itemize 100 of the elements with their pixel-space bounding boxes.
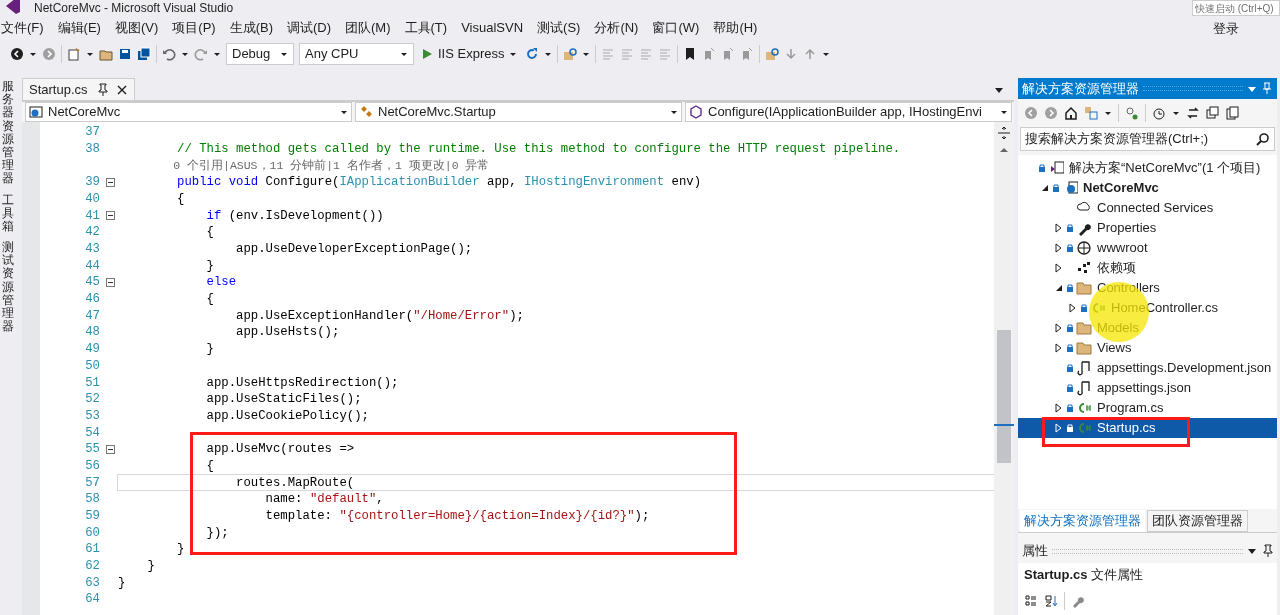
menu-item[interactable]: 编辑(E) — [56, 18, 114, 38]
tree-item[interactable]: wwwroot — [1018, 238, 1277, 258]
tree-item[interactable]: NetCoreMvc — [1018, 178, 1277, 198]
configuration-dropdown[interactable]: Debug — [226, 43, 294, 65]
menu-item[interactable]: 视图(V) — [113, 18, 172, 38]
scroll-up-icon[interactable] — [999, 146, 1009, 154]
tree-item[interactable]: Properties — [1018, 218, 1277, 238]
panel-tab[interactable]: 解决方案资源管理器 — [1020, 510, 1145, 532]
collapsed-icon[interactable] — [1068, 303, 1078, 313]
collapse-toggle-icon[interactable] — [106, 278, 115, 288]
menu-item[interactable]: VisualSVN — [460, 18, 537, 38]
tree-item[interactable]: Views — [1018, 338, 1277, 358]
find-icon[interactable] — [563, 47, 578, 61]
forward-icon[interactable] — [1044, 106, 1058, 120]
search-field[interactable]: 搜索解决方案资源管理器(Ctrl+;) — [1020, 127, 1275, 151]
sync-icon[interactable] — [1186, 106, 1200, 120]
menu-item[interactable]: 调试(D) — [286, 18, 345, 38]
lock-icon — [1066, 223, 1074, 233]
collapsed-icon[interactable] — [1054, 423, 1064, 433]
open-folder-icon[interactable] — [99, 47, 113, 61]
tree-item[interactable]: appsettings.json — [1018, 378, 1277, 398]
run-button[interactable]: IIS Express — [419, 43, 521, 65]
panel-title: 属性 — [1022, 542, 1048, 561]
collapsed-icon[interactable] — [1054, 223, 1064, 233]
search-icon[interactable] — [1256, 132, 1270, 146]
collapsed-icon[interactable] — [1054, 403, 1064, 413]
code-line: name: "default", — [264, 493, 384, 506]
code-line: app.UseHsts(); — [235, 326, 340, 339]
navigation-dropdown[interactable]: Configure(IApplicationBuilder app, IHostingEnvi — [685, 102, 1012, 122]
tree-item[interactable]: 依赖项 — [1018, 258, 1277, 278]
quick-launch-field[interactable]: 快速启动 (Ctrl+Q) — [1192, 0, 1280, 16]
side-tab[interactable]: 服务器资源管理器 — [2, 80, 14, 186]
split-icon[interactable] — [997, 126, 1011, 140]
scrollbar[interactable] — [994, 122, 1014, 615]
side-tab[interactable]: 工具箱 — [2, 193, 14, 234]
line-number: 46 — [85, 293, 100, 306]
forward-icon[interactable] — [42, 47, 56, 61]
collapse-icon[interactable] — [1206, 106, 1220, 120]
panel-tab[interactable]: 团队资源管理器 — [1147, 510, 1248, 532]
platform-dropdown[interactable]: Any CPU — [299, 43, 414, 65]
collapsed-icon[interactable] — [1054, 343, 1064, 353]
dropdown-icon[interactable] — [1247, 547, 1257, 555]
panel-title: 解决方案资源管理器 — [1022, 79, 1139, 98]
menu-item[interactable]: 帮助(H) — [712, 18, 771, 38]
collapsed-icon[interactable] — [1054, 323, 1064, 333]
code-line: // This method gets called by the runtime. Use this method to configure the HTTP request pipeline. — [176, 142, 901, 156]
collapse-toggle-icon[interactable] — [106, 211, 115, 221]
code-line: } — [176, 543, 185, 556]
tree-item[interactable]: 解决方案“NetCoreMvc”(1 个项目) — [1018, 158, 1277, 178]
navigation-dropdown[interactable]: NetCoreMvc — [25, 102, 352, 122]
method-icon — [689, 105, 703, 119]
menu-item[interactable]: 分析(N) — [593, 18, 652, 38]
collapsed-icon[interactable] — [1054, 243, 1064, 253]
save-icon[interactable] — [118, 47, 132, 61]
menu-item[interactable]: 项目(P) — [171, 18, 229, 38]
sign-in-link[interactable]: 登录 — [1213, 19, 1239, 39]
line-number: 55 — [85, 443, 100, 456]
collapsed-icon[interactable] — [1054, 263, 1064, 273]
wrench-icon[interactable] — [1071, 594, 1085, 608]
caret-icon — [1000, 109, 1008, 115]
menu-item[interactable]: 测试(S) — [536, 18, 594, 38]
save-all-icon[interactable] — [137, 47, 151, 61]
sort-icon[interactable] — [1044, 594, 1058, 608]
pin-icon[interactable] — [1261, 82, 1273, 95]
code-line: { — [176, 192, 185, 206]
pin-icon[interactable] — [1261, 544, 1273, 558]
tree-item[interactable]: appsettings.Development.json — [1018, 358, 1277, 378]
scrollbar-thumb[interactable] — [997, 330, 1011, 463]
copy-icon[interactable] — [1226, 106, 1240, 120]
view-switch-icon[interactable] — [1084, 106, 1098, 120]
expanded-icon[interactable] — [1040, 183, 1050, 193]
collapse-toggle-icon[interactable] — [106, 177, 115, 187]
line-number: 48 — [85, 326, 100, 339]
tree-item[interactable]: Program.cs — [1018, 398, 1277, 418]
tree-item[interactable]: Connected Services — [1018, 198, 1277, 218]
menu-item[interactable]: 文件(F) — [0, 18, 57, 38]
expanded-icon[interactable] — [1054, 283, 1064, 293]
file-tab[interactable]: Startup.cs — [22, 78, 135, 100]
code-lens[interactable]: 0 个引用|ASUS，11 分钟前|1 名作者，1 项更改|0 异常 — [118, 159, 490, 172]
back-icon[interactable] — [10, 47, 24, 61]
menu-item[interactable]: 窗口(W) — [651, 18, 713, 38]
undo-icon[interactable] — [162, 47, 176, 61]
menu-item[interactable]: 团队(M) — [344, 18, 404, 38]
project-icon — [29, 105, 43, 119]
close-icon[interactable] — [115, 83, 128, 96]
collapse-toggle-icon[interactable] — [106, 444, 115, 454]
pin-icon[interactable] — [95, 82, 108, 97]
categorized-icon[interactable] — [1024, 594, 1038, 608]
refresh-icon[interactable] — [525, 47, 540, 61]
dropdown-icon[interactable] — [994, 86, 1004, 94]
side-tab[interactable]: 测试资源管理器 — [2, 241, 14, 334]
navigation-dropdown[interactable]: NetCoreMvc.Startup — [355, 102, 682, 122]
new-item-icon[interactable] — [67, 47, 81, 61]
menu-item[interactable]: 工具(T) — [403, 18, 461, 38]
pending-icon[interactable] — [1125, 106, 1139, 120]
menu-item[interactable]: 生成(B) — [228, 18, 286, 38]
home-icon[interactable] — [1064, 106, 1078, 120]
history-icon[interactable] — [1152, 106, 1166, 120]
find-icon[interactable] — [765, 47, 780, 61]
tree-item[interactable]: Startup.cs — [1018, 418, 1277, 438]
